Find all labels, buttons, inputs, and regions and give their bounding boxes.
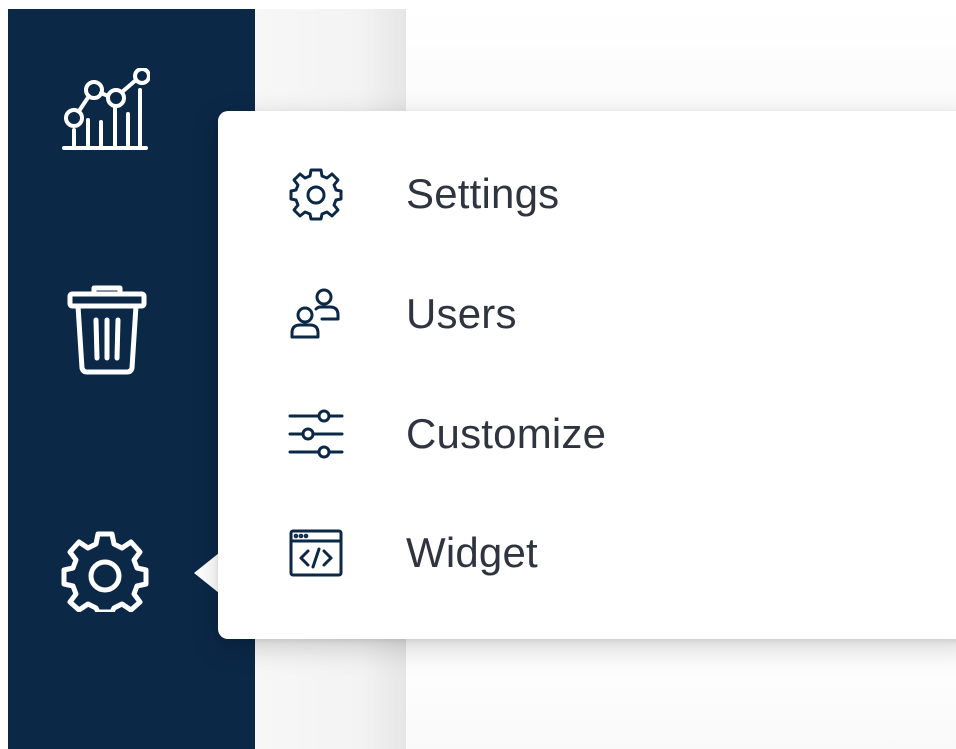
gear-icon[interactable]	[60, 528, 150, 612]
menu-caret	[194, 553, 219, 593]
code-window-icon	[286, 523, 346, 583]
menu-item-label: Widget	[406, 529, 538, 576]
app-window: Settings Users Customize Widget	[0, 0, 956, 749]
trash-icon[interactable]	[66, 282, 148, 376]
settings-menu: Settings Users Customize Widget	[218, 111, 956, 639]
menu-item-label: Customize	[406, 409, 607, 457]
menu-item-label: Settings	[406, 170, 560, 217]
menu-list: Settings Users Customize Widget	[218, 135, 956, 613]
menu-item-customize[interactable]: Customize	[218, 374, 956, 493]
menu-item-users[interactable]: Users	[218, 253, 956, 374]
sliders-icon	[286, 404, 346, 464]
menu-item-settings[interactable]: Settings	[218, 135, 956, 253]
menu-item-label: Users	[406, 289, 517, 337]
gear-icon	[286, 164, 346, 224]
users-icon	[286, 284, 346, 344]
menu-item-widget[interactable]: Widget	[218, 493, 956, 613]
analytics-icon[interactable]	[60, 68, 150, 152]
